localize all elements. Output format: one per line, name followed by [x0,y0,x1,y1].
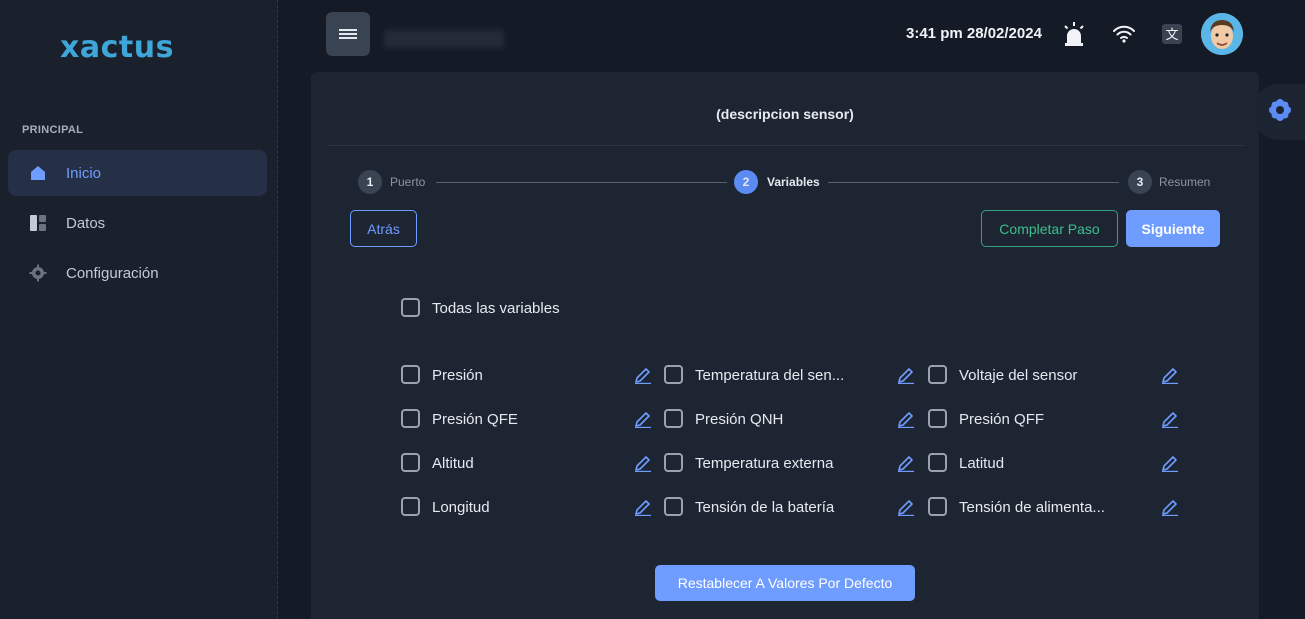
hamburger-icon [339,27,357,41]
variable-label: Presión QNH [695,411,784,428]
all-variables-checkbox[interactable] [401,298,420,317]
gear-icon [1268,98,1292,127]
edit-pencil-icon[interactable] [634,452,652,473]
card-title: (descripcion sensor) [716,106,854,122]
sidebar-item-label: Inicio [66,164,102,182]
variable-label: Tensión de la batería [695,499,835,516]
edit-pencil-icon[interactable] [897,496,915,517]
variable-label: Tensión de alimenta... [959,499,1105,516]
variable-checkbox[interactable] [928,365,947,384]
edit-pencil-icon[interactable] [1161,496,1179,517]
avatar[interactable] [1201,13,1243,55]
variable-checkbox[interactable] [664,497,683,516]
variable-checkbox[interactable] [401,497,420,516]
reset-defaults-button[interactable]: Restablecer A Valores Por Defecto [655,565,915,601]
step-label-puerto[interactable]: Puerto [390,175,425,189]
sidebar: xactus PRINCIPAL Inicio Datos Configurac… [0,0,278,619]
variable-label: Latitud [959,455,1005,472]
sidebar-item-label: Datos [66,214,106,232]
wifi-icon[interactable] [1110,20,1138,48]
complete-step-button[interactable]: Completar Paso [981,210,1118,247]
variable-label: Presión [432,367,483,384]
home-icon [28,163,48,183]
step-label-variables[interactable]: Variables [767,175,820,189]
variable-checkbox[interactable] [401,365,420,384]
settings-float-button[interactable] [1252,84,1305,140]
variable-label: Presión QFE [432,411,518,428]
variable-checkbox[interactable] [401,453,420,472]
variable-checkbox[interactable] [664,365,683,384]
sidebar-item-configuracion[interactable]: Configuración [8,250,267,296]
step-connector [436,182,727,183]
variable-checkbox[interactable] [401,409,420,428]
variable-checkbox[interactable] [928,409,947,428]
menu-toggle-button[interactable] [326,12,370,56]
edit-pencil-icon[interactable] [1161,452,1179,473]
variable-label: Presión QFF [959,411,1045,428]
step-number-2[interactable]: 2 [734,170,758,194]
step-label-resumen[interactable]: Resumen [1159,175,1210,189]
step-number-1[interactable]: 1 [358,170,382,194]
wizard-card: (descripcion sensor) 1 Puerto 2 Variable… [311,72,1259,619]
divider [327,145,1245,146]
svg-text:文: 文 [1165,28,1178,43]
datetime: 3:41 pm 28/02/2024 [906,25,1042,42]
variable-label: Altitud [432,455,474,472]
edit-pencil-icon[interactable] [1161,408,1179,429]
edit-pencil-icon[interactable] [634,408,652,429]
gear-icon [28,263,48,283]
step-number-3[interactable]: 3 [1128,170,1152,194]
alarm-icon[interactable] [1060,20,1088,48]
variable-label: Temperatura del sen... [695,367,845,384]
variable-checkbox[interactable] [928,453,947,472]
variable-checkbox[interactable] [664,453,683,472]
variable-checkbox[interactable] [664,409,683,428]
translate-icon[interactable]: 文 [1158,20,1186,48]
sidebar-item-datos[interactable]: Datos [8,200,267,246]
variable-label: Temperatura externa [695,455,834,472]
variable-checkbox[interactable] [928,497,947,516]
edit-pencil-icon[interactable] [897,408,915,429]
next-button[interactable]: Siguiente [1126,210,1220,247]
sidebar-section-label: PRINCIPAL [22,124,84,136]
sidebar-item-label: Configuración [66,264,159,282]
edit-pencil-icon[interactable] [634,364,652,385]
edit-pencil-icon[interactable] [897,452,915,473]
sidebar-item-inicio[interactable]: Inicio [8,150,267,196]
blurred-title [384,30,504,48]
step-connector [828,182,1119,183]
edit-pencil-icon[interactable] [1161,364,1179,385]
back-button[interactable]: Atrás [350,210,417,247]
variable-label: Longitud [432,499,490,516]
all-variables-label: Todas las variables [432,300,560,317]
edit-pencil-icon[interactable] [897,364,915,385]
variable-label: Voltaje del sensor [959,367,1078,384]
app-logo[interactable]: xactus [60,30,174,65]
dashboard-icon [28,213,48,233]
edit-pencil-icon[interactable] [634,496,652,517]
